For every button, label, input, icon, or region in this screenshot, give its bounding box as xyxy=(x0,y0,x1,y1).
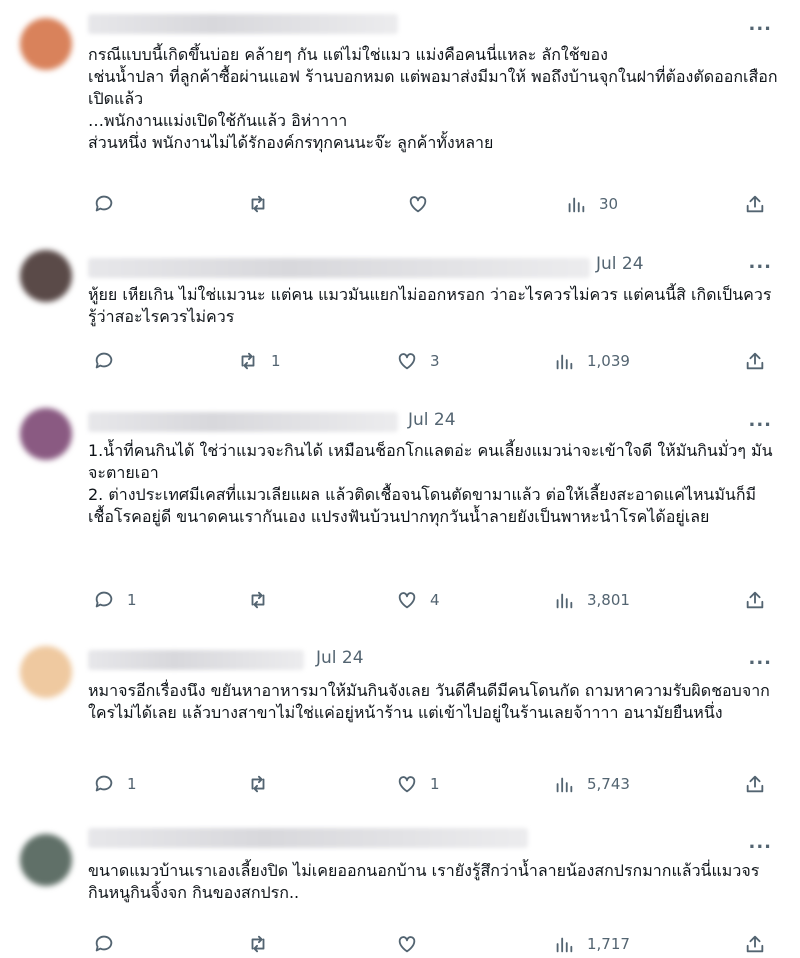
views-count: 1,039 xyxy=(587,352,630,370)
share-button[interactable] xyxy=(744,190,766,218)
like-button[interactable]: 4 xyxy=(396,586,440,614)
repost-icon xyxy=(251,591,265,609)
views-button[interactable]: 3,801 xyxy=(553,586,630,614)
reply-button[interactable]: 1 xyxy=(93,770,137,798)
like-button[interactable]: 1 xyxy=(396,770,440,798)
tweet-actions: 1 3 1,039 xyxy=(0,347,800,375)
views-count: 3,801 xyxy=(587,591,630,609)
like-count: 4 xyxy=(430,591,440,609)
views-icon xyxy=(556,354,573,370)
views-count: 5,743 xyxy=(587,775,630,793)
avatar[interactable] xyxy=(20,250,72,302)
reply-icon xyxy=(95,352,113,369)
share-button[interactable] xyxy=(744,347,766,375)
repost-icon xyxy=(241,352,255,370)
views-icon xyxy=(556,777,573,793)
reply-icon xyxy=(95,195,113,212)
tweet-text: หู้ยย เหียเกิน ไม่ใช่แมวนะ แต่คน แมวมันแ… xyxy=(88,285,772,326)
tweet-1[interactable]: ... กรณีแบบนี้เกิดขึ้นบ่อย คล้ายๆ กัน แต… xyxy=(0,0,800,237)
tweet-date[interactable]: Jul 24 xyxy=(408,410,456,430)
like-count: 3 xyxy=(430,352,440,370)
share-button[interactable] xyxy=(744,930,766,958)
avatar[interactable] xyxy=(20,18,72,70)
repost-button[interactable] xyxy=(247,190,281,218)
share-icon xyxy=(746,591,764,609)
tweet-text: 1.น้ำที่คนกินได้ ใช่ว่าแมวจะกินได้ เหมือ… xyxy=(88,441,773,526)
reply-button[interactable] xyxy=(93,930,115,958)
repost-icon xyxy=(251,775,265,793)
repost-icon xyxy=(251,935,265,953)
avatar[interactable] xyxy=(20,408,72,460)
views-icon xyxy=(556,593,573,609)
reply-count: 1 xyxy=(127,775,137,793)
share-button[interactable] xyxy=(744,586,766,614)
like-button[interactable] xyxy=(407,190,441,218)
like-count: 1 xyxy=(430,775,440,793)
reply-button[interactable]: 1 xyxy=(93,586,137,614)
views-icon xyxy=(568,197,585,213)
views-count: 1,717 xyxy=(587,935,630,953)
views-button[interactable]: 1,039 xyxy=(553,347,630,375)
views-button[interactable]: 1,717 xyxy=(553,930,630,958)
like-icon xyxy=(398,592,416,609)
views-button[interactable]: 5,743 xyxy=(553,770,630,798)
share-icon xyxy=(746,935,764,953)
more-icon[interactable]: ... xyxy=(748,410,772,431)
reply-count: 1 xyxy=(127,591,137,609)
like-icon xyxy=(398,936,416,953)
views-count: 30 xyxy=(599,195,619,213)
tweet-4[interactable]: Jul 24 ... หมาจรอีกเรื่องนึง ขยันหาอาหาร… xyxy=(0,632,800,815)
reply-button[interactable] xyxy=(93,347,127,375)
tweet-actions: 30 xyxy=(0,190,800,218)
repost-button[interactable]: 1 xyxy=(237,347,281,375)
reply-icon xyxy=(95,591,113,608)
tweet-text: ขนาดแมวบ้านเราเองเลี้ยงปิด ไม่เคยออกนอกบ… xyxy=(88,861,760,902)
more-icon[interactable]: ... xyxy=(748,832,772,853)
repost-count: 1 xyxy=(271,352,281,370)
repost-icon xyxy=(251,195,265,213)
tweet-actions: 1 4 3,801 xyxy=(0,586,800,614)
tweet-2[interactable]: Jul 24 ... หู้ยย เหียเกิน ไม่ใช่แมวนะ แต… xyxy=(0,236,800,395)
avatar[interactable] xyxy=(20,646,72,698)
author-name-blurred[interactable] xyxy=(88,650,304,670)
like-icon xyxy=(398,776,416,793)
tweet-date[interactable]: Jul 24 xyxy=(596,254,644,274)
like-icon xyxy=(409,196,427,213)
reply-icon xyxy=(95,935,113,952)
share-icon xyxy=(746,195,764,213)
like-button[interactable]: 3 xyxy=(396,347,440,375)
more-icon[interactable]: ... xyxy=(748,648,772,669)
tweet-date[interactable]: Jul 24 xyxy=(316,648,364,668)
tweet-actions: 1 1 5,743 xyxy=(0,770,800,798)
more-icon[interactable]: ... xyxy=(748,14,772,35)
tweet-text: กรณีแบบนี้เกิดขึ้นบ่อย คล้ายๆ กัน แต่ไม่… xyxy=(88,45,778,152)
author-name-blurred[interactable] xyxy=(88,828,528,848)
tweet-text: หมาจรอีกเรื่องนึง ขยันหาอาหารมาให้มันกิน… xyxy=(88,681,770,722)
tweet-3[interactable]: Jul 24 ... 1.น้ำที่คนกินได้ ใช่ว่าแมวจะก… xyxy=(0,394,800,633)
tweet-5[interactable]: ... ขนาดแมวบ้านเราเองเลี้ยงปิด ไม่เคยออก… xyxy=(0,814,800,953)
reply-icon xyxy=(95,775,113,792)
like-button[interactable] xyxy=(396,930,418,958)
share-icon xyxy=(746,352,764,370)
more-icon[interactable]: ... xyxy=(748,252,772,273)
tweet-actions: 1,717 xyxy=(0,930,800,958)
repost-button[interactable] xyxy=(247,930,269,958)
views-button[interactable]: 30 xyxy=(565,190,618,218)
author-name-blurred[interactable] xyxy=(88,14,398,34)
repost-button[interactable] xyxy=(247,770,281,798)
author-name-blurred[interactable] xyxy=(88,412,398,432)
avatar[interactable] xyxy=(20,834,72,886)
author-name-blurred[interactable] xyxy=(88,258,590,278)
share-icon xyxy=(746,775,764,793)
reply-button[interactable] xyxy=(93,190,127,218)
share-button[interactable] xyxy=(744,770,766,798)
views-icon xyxy=(556,937,573,953)
repost-button[interactable] xyxy=(247,586,281,614)
like-icon xyxy=(398,353,416,370)
